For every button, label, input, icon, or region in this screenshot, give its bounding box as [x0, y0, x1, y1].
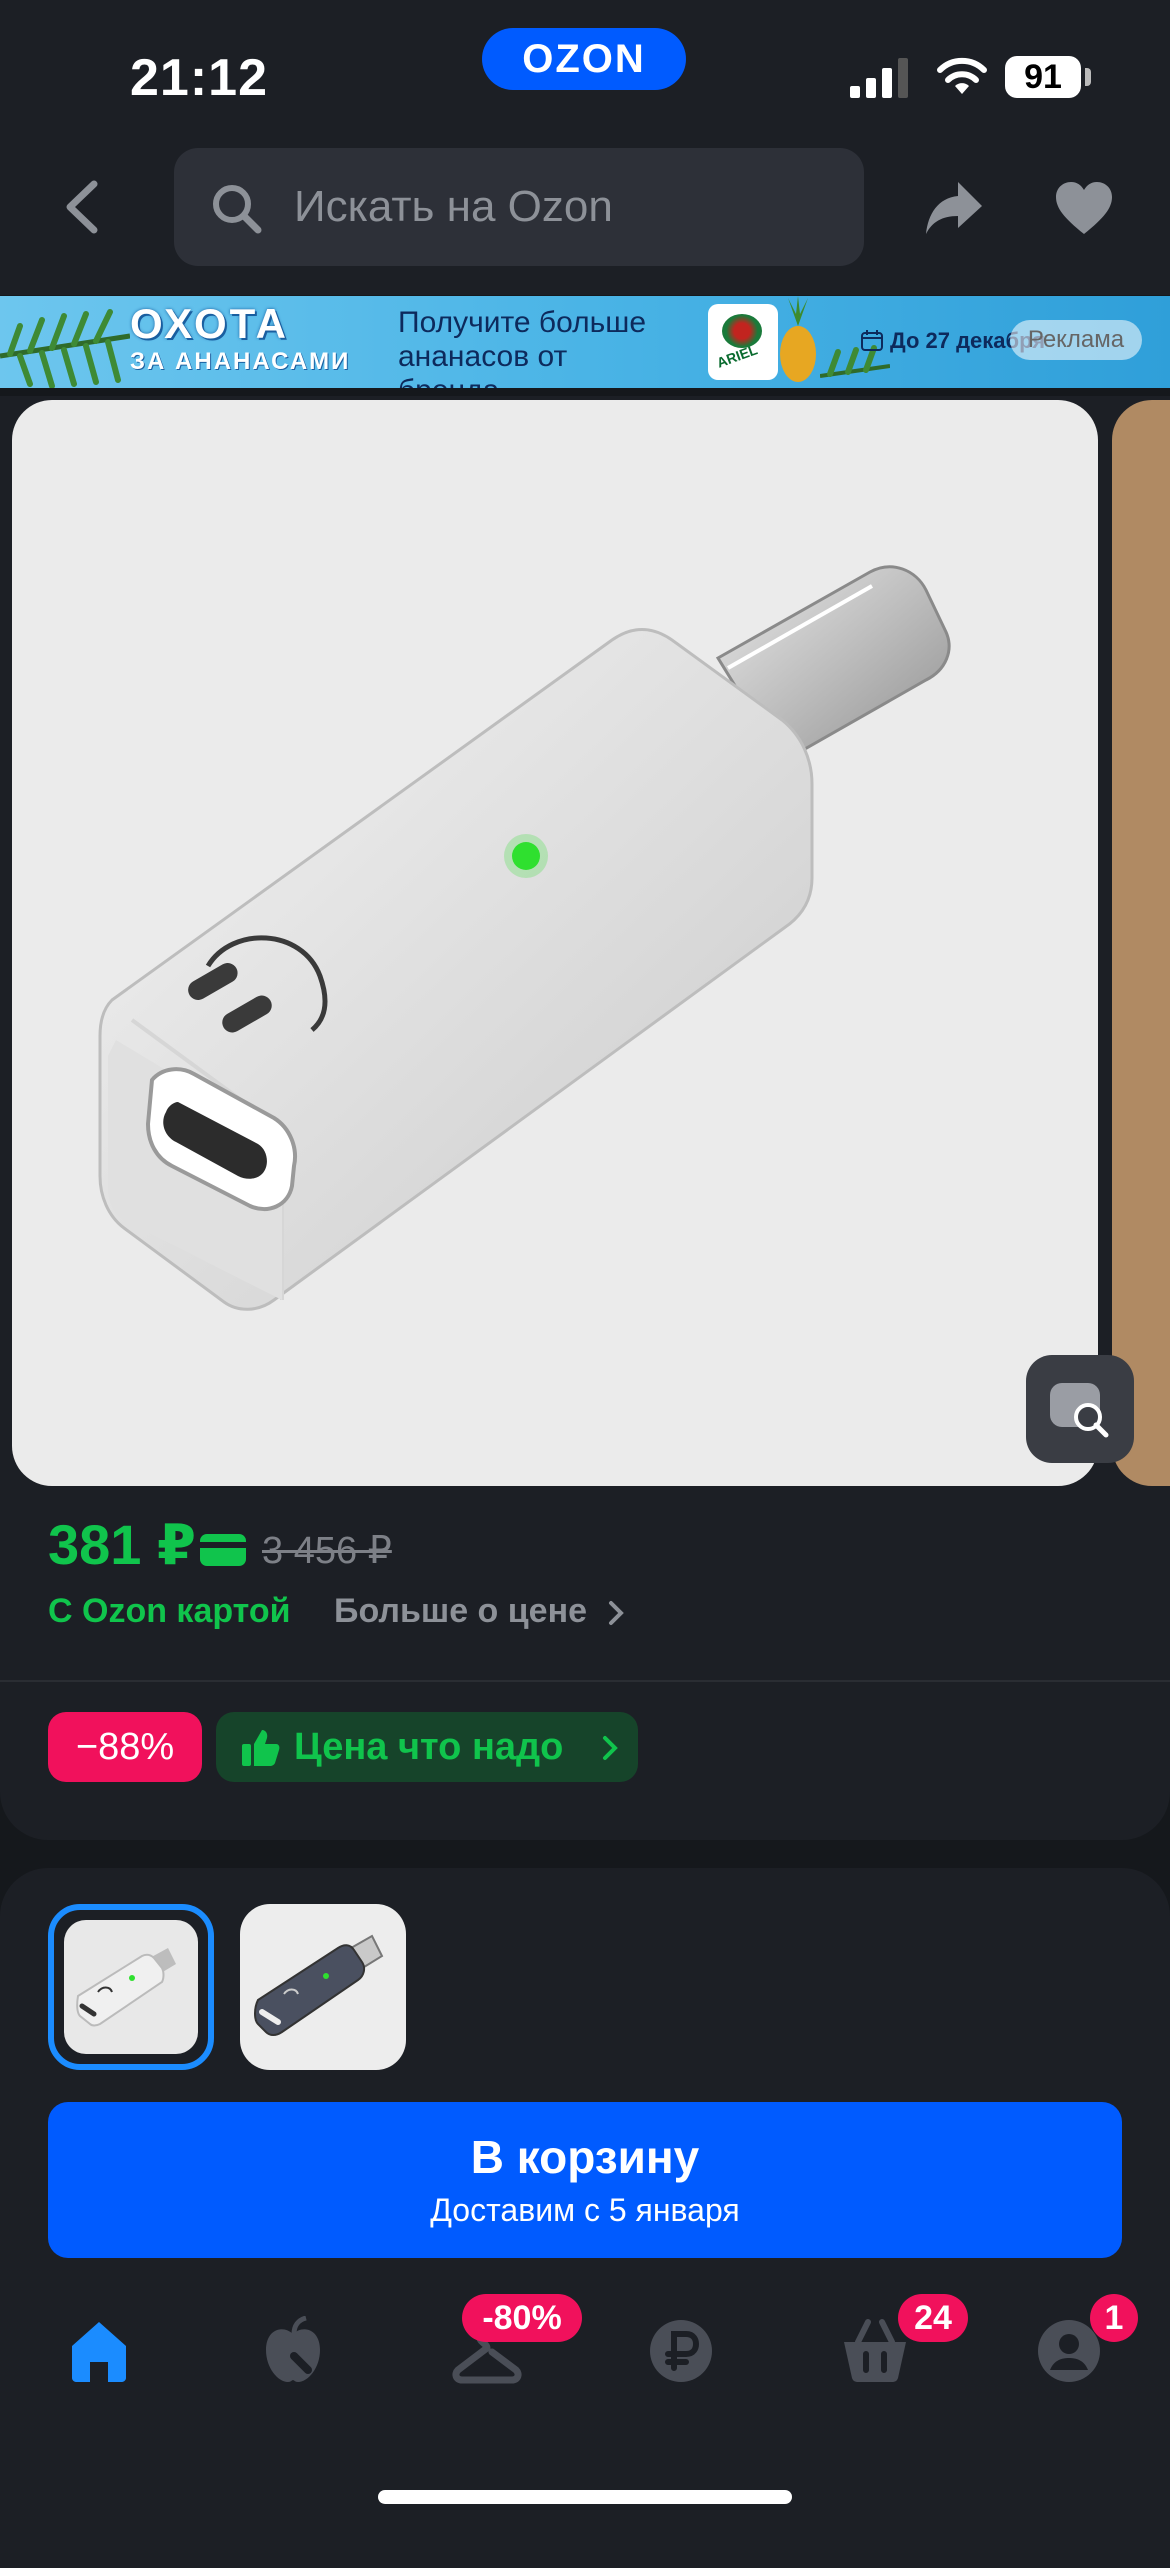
thumbs-up-icon [242, 1730, 280, 1766]
banner-text: Получите больше ананасов от бренда [398, 306, 646, 388]
pine-branch-left [0, 309, 130, 388]
ozon-logo: OZON [482, 28, 686, 90]
tab-fresh-icon[interactable] [258, 2316, 328, 2386]
old-price: 3 456 ₽ [262, 1530, 392, 1572]
promo-banner[interactable]: ОХОТА ЗА АНАНАСАМИ Получите больше анана… [0, 296, 1170, 388]
adapter-white-thumb [76, 1948, 176, 2027]
banner-subtitle: ЗА АНАНАСАМИ [130, 348, 351, 375]
ariel-pack: ARIEL [708, 304, 778, 380]
top-bar: Искать на Ozon [0, 140, 1170, 295]
chevron-right-icon [603, 1736, 618, 1760]
good-price-label: Цена что надо [294, 1726, 564, 1768]
adapter-gray-thumb [254, 1934, 384, 2036]
visual-search-button[interactable] [1026, 1355, 1134, 1463]
chevron-right-icon [609, 1601, 625, 1626]
home-indicator[interactable] [378, 2490, 792, 2504]
variant-white-image [64, 1920, 198, 2054]
more-about-price-link[interactable]: Больше о цене [334, 1592, 626, 1631]
variant-thumbnail-white[interactable] [48, 1904, 214, 2070]
battery-cap [1085, 68, 1091, 86]
image-search-icon [1050, 1383, 1109, 1438]
wifi-icon [937, 57, 987, 94]
ozon-card-icon [200, 1534, 246, 1566]
pineapple-icon [780, 296, 816, 382]
signal-icon [850, 58, 908, 98]
tab-clothes-badge: -80% [462, 2294, 582, 2342]
delivery-date: Доставим с 5 января [430, 2192, 740, 2228]
discount-badge: −88% [48, 1712, 202, 1782]
share-icon[interactable] [924, 178, 984, 238]
status-time: 21:12 [130, 49, 268, 107]
back-icon[interactable] [58, 178, 106, 236]
ariel-logo [722, 314, 762, 348]
product-price: 381 ₽ [48, 1513, 196, 1576]
add-to-cart-button[interactable]: В корзину Доставим с 5 января [48, 2102, 1122, 2258]
tab-profile-badge: 1 [1090, 2294, 1138, 2342]
ad-label[interactable]: Реклама [1010, 320, 1142, 360]
search-placeholder: Искать на Ozon [294, 182, 613, 231]
status-bar: 21:12 OZON 91 [0, 0, 1170, 140]
battery-indicator: 91 [1005, 56, 1081, 98]
calendar-icon [861, 330, 883, 351]
tab-finance-ruble-icon[interactable] [646, 2316, 716, 2386]
next-product-image-peek[interactable] [1112, 400, 1170, 1486]
divider [0, 1680, 1170, 1682]
banner-title: ОХОТА [130, 300, 290, 347]
product-photo [98, 565, 951, 1311]
variant-thumbnail-gray[interactable] [240, 1904, 406, 2070]
search-icon [213, 185, 262, 234]
favorite-heart-icon[interactable] [1054, 180, 1114, 236]
tab-cart-badge: 24 [898, 2294, 968, 2342]
good-price-badge[interactable]: Цена что надо [216, 1712, 638, 1782]
ozon-card-label[interactable]: С Ozon картой [48, 1592, 291, 1631]
more-about-price-label: Больше о цене [334, 1592, 588, 1630]
search-input[interactable]: Искать на Ozon [174, 148, 864, 266]
tab-home-icon[interactable] [64, 2316, 134, 2386]
add-to-cart-label: В корзину [470, 2131, 700, 2183]
product-image[interactable] [12, 400, 1098, 1486]
